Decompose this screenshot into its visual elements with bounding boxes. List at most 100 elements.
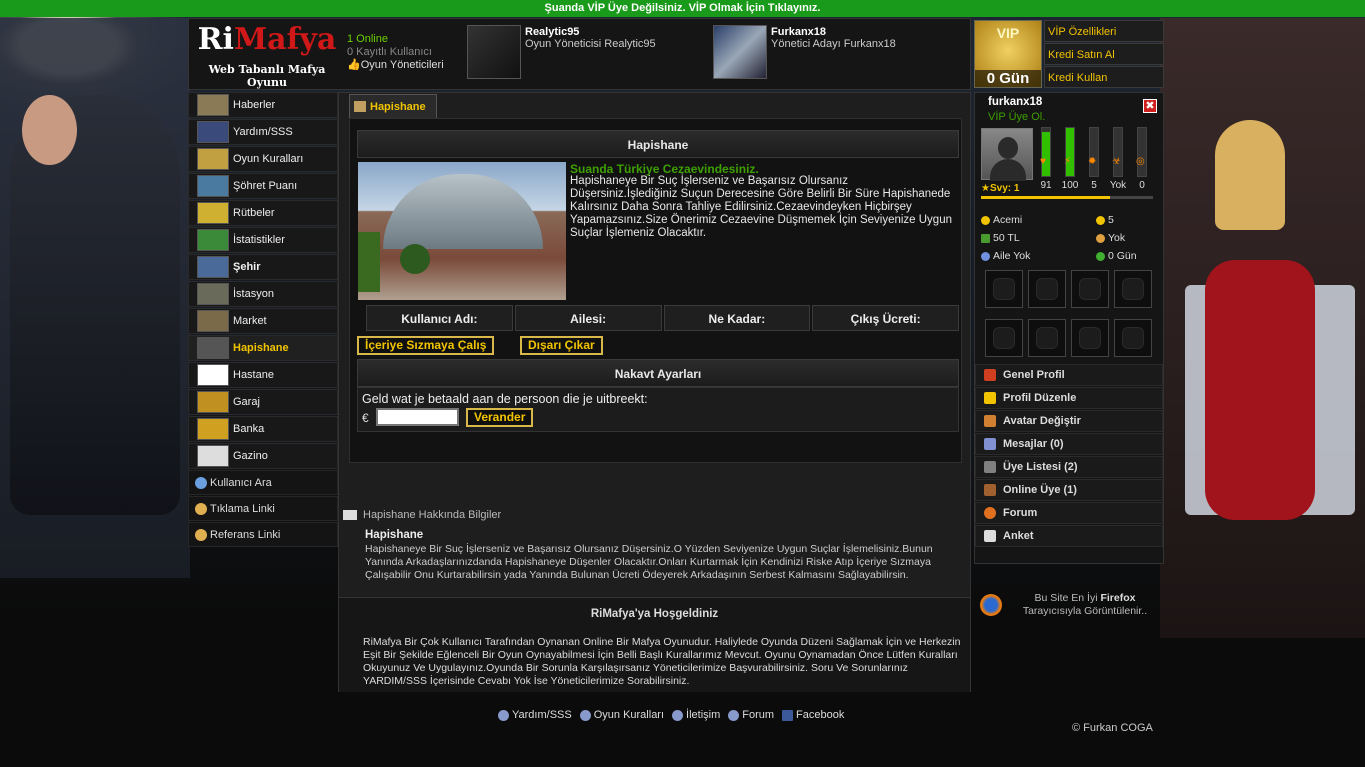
release-button[interactable]: Dışarı Çıkar <box>520 336 603 355</box>
help-icon <box>579 709 591 721</box>
menu-item-sohret-puani[interactable]: Şöhret Puanı <box>188 173 338 199</box>
vip-coins-badge[interactable]: VIP 0 Gün <box>974 20 1042 88</box>
profile-icon <box>984 369 996 381</box>
mail-icon <box>984 438 996 450</box>
level-label: ★Svy: 1 <box>981 183 1020 194</box>
menu-item-hastane[interactable]: Hastane <box>188 362 338 388</box>
casino-icon <box>197 445 229 467</box>
menu-item-sehir[interactable]: Şehir <box>188 254 338 280</box>
bomb-icon[interactable] <box>1071 270 1109 308</box>
cash-amount-input[interactable] <box>376 408 459 426</box>
vip-banner[interactable]: Şuanda VİP Üye Değilsiniz. VİP Olmak İçi… <box>0 0 1365 17</box>
avatar[interactable] <box>981 128 1033 181</box>
house-icon <box>984 415 996 427</box>
currency-symbol: € <box>362 411 369 425</box>
tab-hapishane[interactable]: Hapishane <box>349 94 437 118</box>
prison-status: Suanda Türkiye Cezaevindesiniz. <box>570 162 759 176</box>
calendar-icon <box>984 530 996 542</box>
bank-icon <box>197 418 229 440</box>
level-star-icon: ★ <box>981 183 990 194</box>
browser-recommendation: Bu Site En İyi Firefox Tarayıcısıyla Gör… <box>974 586 1164 626</box>
thumbs-up-icon <box>195 502 207 515</box>
menu-item-yardim[interactable]: Yardım/SSS <box>188 119 338 145</box>
profile-username[interactable]: furkanx18 <box>988 96 1042 108</box>
menu-item-market[interactable]: Market <box>188 308 338 334</box>
knife-icon[interactable] <box>985 270 1023 308</box>
stats-icon <box>197 229 229 251</box>
online-members-link[interactable]: Online Üye (1) <box>975 479 1163 501</box>
thumbs-up-icon: 👍 <box>347 59 361 71</box>
helmet-icon[interactable] <box>1028 270 1066 308</box>
status-bar <box>1089 127 1099 177</box>
menu-item-rutbeler[interactable]: Rütbeler <box>188 200 338 226</box>
car-icon[interactable] <box>1071 319 1109 357</box>
item-stat: Yok <box>1096 232 1156 244</box>
main-panel: Hapishane Hapishane Suanda Türkiye Cezae… <box>338 92 971 692</box>
admins-link[interactable]: 👍Oyun Yöneticileri <box>347 59 444 72</box>
search-user-link[interactable]: Kullanıcı Ara <box>188 470 338 495</box>
menu-item-oyun-kurallari[interactable]: Oyun Kuralları <box>188 146 338 172</box>
vip-features-link[interactable]: VİP Özellikleri <box>1044 20 1164 42</box>
footer-contact-link[interactable]: İletişim <box>672 709 720 721</box>
menu-item-banka[interactable]: Banka <box>188 416 338 442</box>
menu-item-istatistikler[interactable]: İstatistikler <box>188 227 338 253</box>
money-icon <box>981 233 990 243</box>
status-value: Yok <box>1109 180 1127 191</box>
newspaper-icon <box>197 94 229 116</box>
menu-item-gazino[interactable]: Gazino <box>188 443 338 469</box>
vest-icon[interactable] <box>1114 319 1152 357</box>
admin-card-1[interactable]: Realytic95 Oyun Yöneticisi Realytic95 <box>467 25 707 81</box>
poll-link[interactable]: Anket <box>975 525 1163 547</box>
grenade-icon[interactable] <box>1114 270 1152 308</box>
search-icon <box>195 476 207 489</box>
pistol-icon[interactable] <box>985 319 1023 357</box>
thumbs-up-icon <box>195 528 207 541</box>
vip-panel: VIP 0 Gün VİP Özellikleri Kredi Satın Al… <box>974 20 1164 90</box>
admin-avatar[interactable] <box>713 25 767 79</box>
profile-panel: furkanx18 VİP Üye Ol. ✖ ★Svy: 1 ♥ 91 ⚡ 100 ✹… <box>974 92 1164 564</box>
admin-avatar[interactable] <box>467 25 521 79</box>
buy-credit-link[interactable]: Kredi Satın Al <box>1044 43 1164 65</box>
level-progress-bar <box>981 196 1153 199</box>
general-profile-link[interactable]: Genel Profil <box>975 364 1163 386</box>
footer-facebook-link[interactable]: Facebook <box>782 709 844 721</box>
menu-item-garaj[interactable]: Garaj <box>188 389 338 415</box>
sneak-in-button[interactable]: İçeriye Sızmaya Çalış <box>357 336 495 355</box>
become-vip-link[interactable]: VİP Üye Ol. <box>988 111 1045 123</box>
welcome-text: RiMafya Bir Çok Kullanıcı Tarafından Oyn… <box>363 636 961 687</box>
prison-content: Hapishane Suanda Türkiye Cezaevindesiniz… <box>349 118 962 463</box>
chat-icon <box>728 709 740 721</box>
heart-icon: ♥ <box>1040 156 1046 167</box>
info-box: Hapishane Hapishaneye Bir Suç İşlerseniz… <box>365 529 960 582</box>
welcome-title: RiMafya'ya Hoşgeldiniz <box>590 608 719 620</box>
admin-name[interactable]: Realytic95 <box>525 26 579 38</box>
menu-item-istasyon[interactable]: İstasyon <box>188 281 338 307</box>
admin-name[interactable]: Furkanx18 <box>771 26 826 38</box>
dog-icon[interactable] <box>1028 319 1066 357</box>
admin-card-2[interactable]: Furkanx18 Yönetici Adayı Furkanx18 <box>713 25 953 81</box>
menu-item-haberler[interactable]: Haberler <box>188 92 338 118</box>
messages-link[interactable]: Mesajlar (0) <box>975 433 1163 455</box>
edit-profile-link[interactable]: Profil Düzenle <box>975 387 1163 409</box>
inventory-row-items <box>985 319 1157 357</box>
forum-link[interactable]: Forum <box>975 502 1163 524</box>
footer-help-link[interactable]: Yardım/SSS <box>498 709 572 721</box>
member-list-link[interactable]: Üye Listesi (2) <box>975 456 1163 478</box>
close-icon[interactable]: ✖ <box>1143 99 1157 113</box>
referral-link[interactable]: Referans Linki <box>188 522 338 547</box>
status-bar <box>1065 127 1075 177</box>
footer-forum-link[interactable]: Forum <box>728 709 774 721</box>
use-credit-link[interactable]: Kredi Kullan <box>1044 66 1164 88</box>
column-bail: Çıkış Ücreti: <box>812 305 959 331</box>
site-logo[interactable]: RiMafya Web Tabanlı Mafya Oyunu <box>197 23 337 90</box>
menu-item-hapishane[interactable]: Hapishane <box>188 335 338 361</box>
change-button[interactable]: Verander <box>466 408 534 427</box>
browser-note: Bu Site En İyi Firefox Tarayıcısıyla Gör… <box>1022 592 1148 617</box>
prisoner-table-header: Kullanıcı Adı: Ailesi: Ne Kadar: Çıkış Ü… <box>366 305 959 331</box>
change-avatar-link[interactable]: Avatar Değiştir <box>975 410 1163 432</box>
click-link[interactable]: Tıklama Linki <box>188 496 338 521</box>
footer-rules-link[interactable]: Oyun Kuralları <box>579 709 664 721</box>
online-count[interactable]: 1 Online <box>347 33 444 46</box>
status-bar <box>1113 127 1123 177</box>
firefox-icon <box>980 594 1002 616</box>
